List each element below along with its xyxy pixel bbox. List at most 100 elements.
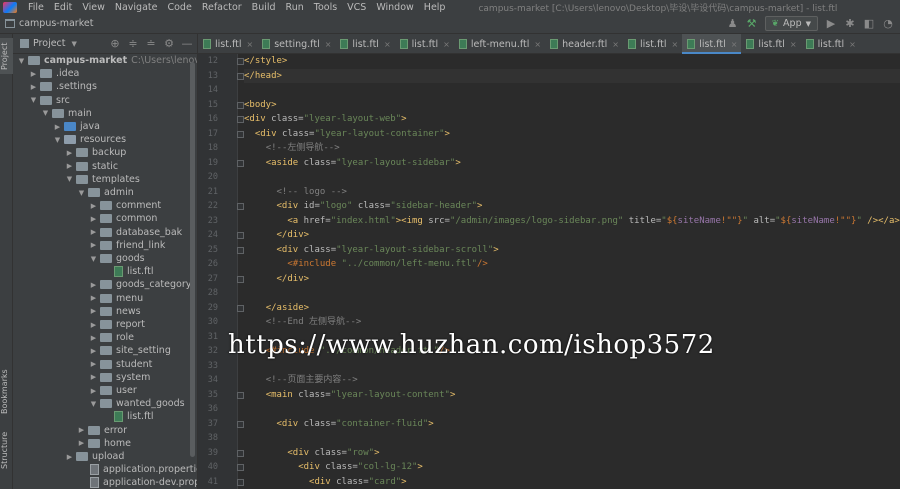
tree-node-upload[interactable]: ▶ upload	[65, 450, 125, 463]
tree-node-goods[interactable]: ▼ goods	[89, 252, 145, 265]
collapsed-arrow-icon[interactable]: ▶	[89, 347, 98, 355]
tree-node-templates[interactable]: ▼ templates	[65, 173, 140, 186]
coverage-icon[interactable]: ◧	[863, 17, 875, 30]
editor-tab[interactable]: list.ftl ×	[395, 34, 454, 54]
expanded-arrow-icon[interactable]: ▼	[77, 189, 86, 197]
code-line[interactable]: <div class="container-fluid">	[244, 417, 900, 432]
expanded-arrow-icon[interactable]: ▼	[89, 255, 98, 263]
tree-node-news[interactable]: ▶ news	[89, 305, 141, 318]
gear-icon[interactable]: ⚙	[163, 38, 175, 50]
code-line[interactable]: </aside>	[244, 301, 900, 316]
code-line[interactable]: <div class="lyear-layout-container">	[244, 127, 900, 142]
code-line[interactable]: <div class="lyear-layout-web">	[244, 112, 900, 127]
fold-marker-icon[interactable]	[237, 116, 244, 123]
menu-item-vcs[interactable]: VCS	[342, 2, 371, 13]
tree-node-java[interactable]: ▶ java	[53, 120, 100, 133]
editor-tab[interactable]: list.ftl ×	[801, 34, 860, 54]
menu-item-window[interactable]: Window	[371, 2, 418, 13]
fold-marker-icon[interactable]	[237, 449, 244, 457]
fold-marker-icon[interactable]	[237, 420, 244, 428]
expanded-arrow-icon[interactable]: ▼	[41, 109, 50, 117]
tree-node--settings[interactable]: ▶ .settings	[29, 80, 97, 93]
tree-node-site-setting[interactable]: ▶ site_setting	[89, 344, 171, 357]
tree-node-menu[interactable]: ▶ menu	[89, 292, 143, 305]
code-line[interactable]: <aside class="lyear-layout-sidebar">	[244, 156, 900, 171]
tree-node-wanted-goods[interactable]: ▼ wanted_goods	[89, 397, 185, 410]
fold-marker-icon[interactable]	[237, 304, 244, 312]
collapsed-arrow-icon[interactable]: ▶	[89, 387, 98, 395]
menu-item-code[interactable]: Code	[162, 2, 196, 13]
user-account-icon[interactable]: ♟	[727, 17, 739, 30]
collapse-all-icon[interactable]: ≐	[145, 38, 157, 50]
tree-node-admin[interactable]: ▼ admin	[77, 186, 134, 199]
collapsed-arrow-icon[interactable]: ▶	[65, 453, 74, 461]
collapsed-arrow-icon[interactable]: ▶	[89, 294, 98, 302]
fold-marker-icon[interactable]	[237, 275, 244, 283]
tree-node-campus-market[interactable]: ▼ campus-marketC:\Users\lenovo\Deskt	[17, 54, 197, 67]
tree-node-system[interactable]: ▶ system	[89, 371, 151, 384]
code-line[interactable]: <div class="card">	[244, 475, 900, 489]
tree-node-list-ftl[interactable]: list.ftl	[101, 410, 154, 423]
run-configuration-select[interactable]: ❦ App ▼	[764, 16, 818, 31]
menu-item-navigate[interactable]: Navigate	[110, 2, 163, 13]
collapsed-arrow-icon[interactable]: ▶	[89, 281, 98, 289]
tree-node-main[interactable]: ▼ main	[41, 107, 92, 120]
code-line[interactable]: <!--左侧导航-->	[244, 141, 900, 156]
fold-marker-icon[interactable]	[237, 203, 244, 210]
collapsed-arrow-icon[interactable]: ▶	[53, 123, 62, 131]
collapsed-arrow-icon[interactable]: ▶	[29, 70, 38, 78]
chevron-down-icon[interactable]: ▼	[72, 40, 77, 48]
tree-node-error[interactable]: ▶ error	[77, 424, 127, 437]
collapsed-arrow-icon[interactable]: ▶	[29, 83, 38, 91]
tree-node-friend-link[interactable]: ▶ friend_link	[89, 239, 166, 252]
fold-marker-icon[interactable]	[237, 72, 244, 80]
debug-icon[interactable]: ✱	[844, 17, 856, 30]
tree-node-report[interactable]: ▶ report	[89, 318, 145, 331]
tree-node-static[interactable]: ▶ static	[65, 160, 118, 173]
collapsed-arrow-icon[interactable]: ▶	[77, 439, 86, 447]
fold-marker-icon[interactable]	[237, 58, 244, 65]
collapsed-arrow-icon[interactable]: ▶	[89, 307, 98, 315]
fold-marker-icon[interactable]	[237, 130, 244, 138]
collapsed-arrow-icon[interactable]: ▶	[89, 360, 98, 368]
project-tool-tab[interactable]: Project	[0, 38, 13, 74]
editor-tab[interactable]: list.ftl ×	[623, 34, 682, 54]
tree-node-common[interactable]: ▶ common	[89, 212, 158, 225]
code-line[interactable]: <main class="lyear-layout-content">	[244, 388, 900, 403]
tree-node-application-properties[interactable]: application.properties	[77, 463, 197, 476]
menu-item-tools[interactable]: Tools	[309, 2, 342, 13]
tree-node-application-dev-properties[interactable]: application-dev.properties	[77, 476, 197, 489]
code-line[interactable]	[244, 359, 900, 374]
close-icon[interactable]: ×	[325, 40, 332, 49]
menu-item-refactor[interactable]: Refactor	[197, 2, 247, 13]
hide-panel-icon[interactable]: —	[181, 38, 193, 50]
code-line[interactable]: <div class="lyear-layout-sidebar-scroll"…	[244, 243, 900, 258]
expanded-arrow-icon[interactable]: ▼	[53, 136, 62, 144]
menu-item-build[interactable]: Build	[247, 2, 281, 13]
editor-tab[interactable]: left-menu.ftl ×	[454, 34, 545, 54]
code-line[interactable]	[244, 83, 900, 98]
collapsed-arrow-icon[interactable]: ▶	[65, 162, 74, 170]
project-panel-title[interactable]: Project	[33, 38, 66, 49]
menu-item-run[interactable]: Run	[281, 2, 309, 13]
collapsed-arrow-icon[interactable]: ▶	[89, 321, 98, 329]
close-icon[interactable]: ×	[790, 40, 797, 49]
expanded-arrow-icon[interactable]: ▼	[17, 57, 26, 65]
project-tree-scrollbar[interactable]	[190, 62, 195, 457]
collapsed-arrow-icon[interactable]: ▶	[77, 426, 86, 434]
menu-item-view[interactable]: View	[77, 2, 110, 13]
collapsed-arrow-icon[interactable]: ▶	[89, 373, 98, 381]
close-icon[interactable]: ×	[534, 40, 541, 49]
editor-tab[interactable]: setting.ftl ×	[257, 34, 335, 54]
collapsed-arrow-icon[interactable]: ▶	[65, 149, 74, 157]
expanded-arrow-icon[interactable]: ▼	[65, 175, 74, 183]
fold-marker-icon[interactable]	[237, 159, 244, 167]
collapsed-arrow-icon[interactable]: ▶	[89, 215, 98, 223]
collapsed-arrow-icon[interactable]: ▶	[89, 241, 98, 249]
code-line[interactable]	[244, 286, 900, 301]
tree-node--idea[interactable]: ▶ .idea	[29, 67, 80, 80]
breadcrumb-project[interactable]: campus-market	[19, 18, 93, 29]
close-icon[interactable]: ×	[384, 40, 391, 49]
code-line[interactable]: </div>	[244, 272, 900, 287]
code-line[interactable]: <!--End 左侧导航-->	[244, 315, 900, 330]
